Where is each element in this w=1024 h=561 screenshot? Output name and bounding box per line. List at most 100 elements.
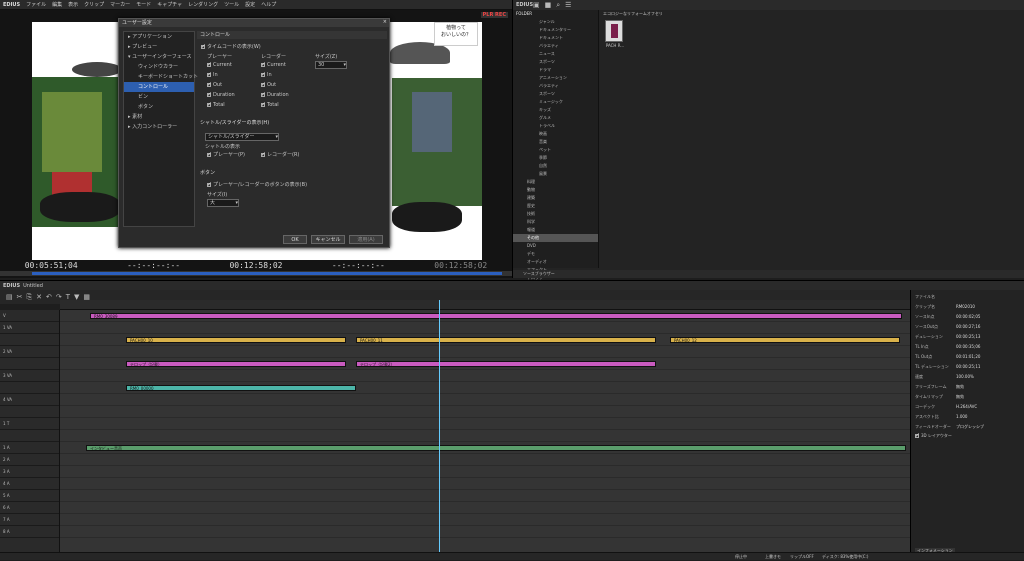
folder-item[interactable]: 科学 bbox=[513, 218, 598, 226]
track-lane[interactable] bbox=[60, 514, 910, 526]
checkbox-icon[interactable] bbox=[915, 432, 920, 439]
settings-tree-item[interactable]: ビン bbox=[124, 92, 194, 102]
checkbox-icon[interactable] bbox=[207, 71, 212, 78]
folder-item[interactable]: 映画 bbox=[513, 130, 598, 138]
folder-item[interactable]: DVD bbox=[513, 242, 598, 250]
recorder-option-duration[interactable]: Duration bbox=[261, 91, 289, 98]
track-lane[interactable] bbox=[60, 322, 910, 334]
shuttle-player-option[interactable]: プレーヤー(P) bbox=[207, 151, 245, 158]
folder-item[interactable]: 建築 bbox=[513, 194, 598, 202]
checkbox-icon[interactable] bbox=[207, 61, 212, 68]
recorder-option-in[interactable]: In bbox=[261, 71, 272, 78]
clip-thumbnail[interactable] bbox=[605, 20, 623, 42]
track-header[interactable]: 6 A bbox=[0, 502, 59, 514]
folder-item[interactable]: 音楽 bbox=[513, 138, 598, 146]
checkbox-icon[interactable] bbox=[207, 181, 212, 188]
checkbox-icon[interactable] bbox=[207, 101, 212, 108]
folder-item[interactable]: バラエティ bbox=[513, 42, 598, 50]
checkbox-icon[interactable] bbox=[261, 101, 266, 108]
settings-tree-item[interactable]: ▸ プレビュー bbox=[124, 42, 194, 52]
folder-item[interactable]: アニメーション bbox=[513, 74, 598, 82]
playhead[interactable] bbox=[439, 300, 440, 556]
checkbox-icon[interactable] bbox=[207, 81, 212, 88]
folder-item[interactable]: デモ bbox=[513, 250, 598, 258]
bin-bottom-tabs[interactable]: ソースブラウザー bbox=[513, 270, 1024, 278]
track-lane[interactable] bbox=[60, 406, 910, 418]
menu-item[interactable]: 編集 bbox=[49, 2, 65, 8]
settings-tree-item[interactable]: ▸ 素材 bbox=[124, 112, 194, 122]
track-header[interactable] bbox=[0, 382, 59, 394]
folder-item[interactable]: 自然 bbox=[513, 162, 598, 170]
checkbox-icon[interactable] bbox=[261, 81, 266, 88]
folder-item[interactable]: ドラマ bbox=[513, 66, 598, 74]
track-lane[interactable] bbox=[60, 502, 910, 514]
checkbox-icon[interactable] bbox=[261, 91, 266, 98]
folder-item[interactable]: 動物 bbox=[513, 186, 598, 194]
track-header[interactable]: 4 VA bbox=[0, 394, 59, 406]
track-header[interactable]: 1 A bbox=[0, 442, 59, 454]
menu-item[interactable]: ファイル bbox=[23, 2, 49, 8]
timeline-clip[interactable]: インタビュー音声 bbox=[86, 445, 906, 451]
bin-icon[interactable]: ■ bbox=[545, 1, 552, 9]
tc-display-option[interactable]: タイムコードの表示(W) bbox=[201, 43, 261, 50]
menu-item[interactable]: 設定 bbox=[242, 2, 258, 8]
folder-item[interactable]: その他 bbox=[513, 234, 598, 242]
folder-item[interactable]: 料理 bbox=[513, 178, 598, 186]
recorder-option-current[interactable]: Current bbox=[261, 61, 286, 68]
search-icon[interactable]: ⌕ bbox=[556, 1, 560, 10]
player-option-current[interactable]: Current bbox=[207, 61, 232, 68]
settings-tree-item[interactable]: コントロール bbox=[124, 82, 194, 92]
track-lane[interactable] bbox=[60, 466, 910, 478]
checkbox-icon[interactable] bbox=[261, 71, 266, 78]
menu-item[interactable]: ヘルプ bbox=[258, 2, 279, 8]
menu-item[interactable]: マーカー bbox=[107, 2, 133, 8]
timeline-clip[interactable]: RM0_30089 bbox=[90, 313, 902, 319]
recorder-option-total[interactable]: Total bbox=[261, 101, 279, 108]
player-option-total[interactable]: Total bbox=[207, 101, 225, 108]
track-lane[interactable] bbox=[60, 430, 910, 442]
folder-item[interactable]: ニュース bbox=[513, 50, 598, 58]
folder-item[interactable]: 技術 bbox=[513, 210, 598, 218]
track-header[interactable]: 3 A bbox=[0, 466, 59, 478]
folder-item[interactable]: 歴史 bbox=[513, 202, 598, 210]
layout-option[interactable]: 3D レイアウター bbox=[915, 432, 952, 439]
recorder-option-out[interactable]: Out bbox=[261, 81, 276, 88]
settings-tree-item[interactable]: キーボードショートカット bbox=[124, 72, 198, 82]
list-icon[interactable]: ☰ bbox=[565, 1, 571, 9]
cut-icon[interactable]: ✂ bbox=[17, 293, 23, 301]
folder-item[interactable]: オーディオ bbox=[513, 258, 598, 266]
folder-icon[interactable]: ▣ bbox=[533, 1, 540, 9]
folder-item[interactable]: 風景 bbox=[513, 170, 598, 178]
track-header[interactable]: 1 VA bbox=[0, 322, 59, 334]
folder-item[interactable]: ジャンル bbox=[513, 18, 598, 26]
track-header[interactable]: 1 T bbox=[0, 418, 59, 430]
timeline-clip[interactable]: PACH00_10 bbox=[126, 337, 346, 343]
timeline-clip[interactable]: テロップ（記載2） bbox=[356, 361, 656, 367]
ok-button[interactable]: OK bbox=[283, 235, 307, 244]
apply-button[interactable]: 適用(A) bbox=[349, 235, 383, 244]
folder-item[interactable]: グルメ bbox=[513, 114, 598, 122]
folder-item[interactable]: ドキュメント bbox=[513, 34, 598, 42]
settings-tree-item[interactable]: ▸ 入力コントローラー bbox=[124, 122, 194, 132]
track-header[interactable]: 8 A bbox=[0, 526, 59, 538]
menu-item[interactable]: ツール bbox=[221, 2, 242, 8]
button-option[interactable]: プレーヤー/レコーダーのボタンの表示(B) bbox=[207, 181, 307, 188]
folder-item[interactable]: キッズ bbox=[513, 106, 598, 114]
folder-item[interactable]: スポーツ bbox=[513, 90, 598, 98]
time-ruler[interactable] bbox=[60, 300, 910, 310]
track-lane[interactable] bbox=[60, 454, 910, 466]
size-select[interactable]: 30 ▾ bbox=[315, 61, 347, 69]
track-lane[interactable] bbox=[60, 346, 910, 358]
menu-item[interactable]: モード bbox=[133, 2, 154, 8]
track-lane[interactable] bbox=[60, 490, 910, 502]
timeline-clip[interactable]: RM0_00000 bbox=[126, 385, 356, 391]
track-header[interactable]: 4 A bbox=[0, 478, 59, 490]
checkbox-icon[interactable] bbox=[261, 151, 266, 158]
timeline-clip[interactable]: テロップ（記載） bbox=[126, 361, 346, 367]
undo-icon[interactable]: ↶ bbox=[46, 293, 52, 301]
folder-item[interactable]: トラベル bbox=[513, 122, 598, 130]
shuttle-recorder-option[interactable]: レコーダー(R) bbox=[261, 151, 299, 158]
track-lane[interactable] bbox=[60, 418, 910, 430]
checkbox-icon[interactable] bbox=[201, 43, 206, 50]
track-header[interactable]: 2 A bbox=[0, 454, 59, 466]
